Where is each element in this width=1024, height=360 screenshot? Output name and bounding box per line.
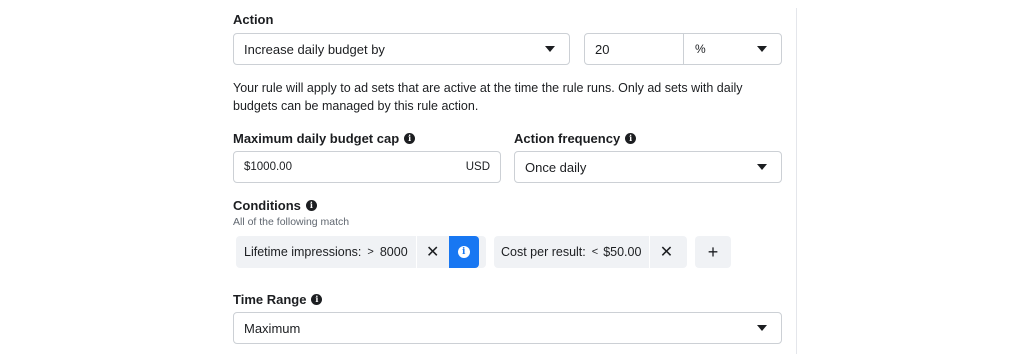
- info-button[interactable]: i: [448, 236, 479, 268]
- info-icon: i: [457, 246, 470, 258]
- frequency-label: Action frequency i: [514, 131, 637, 146]
- info-icon[interactable]: i: [305, 200, 317, 211]
- panel-divider: [796, 8, 797, 354]
- action-amount-group: 20 %: [584, 33, 782, 65]
- condition-text: Cost per result:: [501, 245, 586, 259]
- info-icon[interactable]: i: [625, 133, 637, 144]
- frequency-select[interactable]: Once daily: [514, 151, 782, 183]
- chevron-down-icon: [545, 46, 555, 52]
- chevron-down-icon[interactable]: [757, 46, 767, 52]
- chevron-down-icon: [757, 164, 767, 170]
- conditions-label: Conditions i: [233, 198, 317, 213]
- condition-chip-cost-per-result[interactable]: Cost per result: < $50.00 ✕: [494, 236, 687, 268]
- close-icon[interactable]: ✕: [417, 236, 449, 268]
- action-unit-select[interactable]: %: [695, 34, 706, 64]
- close-icon[interactable]: ✕: [650, 236, 682, 268]
- info-icon[interactable]: i: [311, 294, 323, 305]
- time-range-select[interactable]: Maximum: [233, 312, 782, 344]
- condition-operator: >: [367, 246, 374, 258]
- info-icon[interactable]: i: [404, 133, 416, 144]
- frequency-value: Once daily: [525, 159, 587, 175]
- add-condition-button[interactable]: +: [695, 236, 731, 268]
- currency-label: USD: [465, 161, 490, 173]
- action-select[interactable]: Increase daily budget by: [233, 33, 570, 65]
- condition-text: Lifetime impressions:: [244, 245, 362, 259]
- field-divider: [683, 34, 684, 64]
- budget-cap-label: Maximum daily budget cap i: [233, 131, 416, 146]
- action-select-value: Increase daily budget by: [244, 41, 385, 57]
- chevron-down-icon: [757, 325, 767, 331]
- time-range-value: Maximum: [244, 320, 301, 336]
- conditions-sublabel: All of the following match: [233, 216, 350, 228]
- rule-help-text: Your rule will apply to ad sets that are…: [233, 81, 743, 113]
- budget-cap-value: $1000.00: [244, 161, 292, 173]
- action-label: Action: [233, 12, 274, 27]
- condition-value: $50.00: [603, 245, 642, 259]
- condition-operator: <: [591, 246, 599, 258]
- time-range-label: Time Range i: [233, 292, 323, 307]
- condition-value: 8000: [379, 245, 408, 259]
- condition-chip-impressions[interactable]: Lifetime impressions: > 8000 ✕ i: [236, 236, 486, 268]
- budget-cap-input[interactable]: $1000.00 USD: [233, 151, 501, 183]
- action-amount-input[interactable]: 20: [595, 34, 609, 64]
